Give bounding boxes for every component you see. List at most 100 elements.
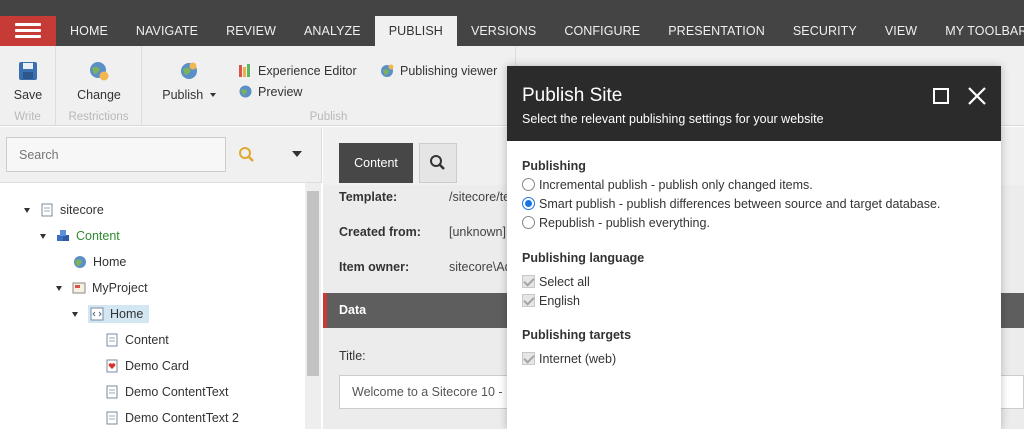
tree-item-demo-contenttext-2[interactable]: Demo ContentText 2 bbox=[105, 407, 239, 429]
search-options-dropdown-icon[interactable] bbox=[292, 151, 302, 157]
field-label-template: Template: bbox=[339, 190, 398, 204]
radio-button[interactable] bbox=[522, 216, 535, 229]
search-input[interactable] bbox=[6, 137, 226, 172]
publishing-viewer-button[interactable]: Publishing viewer bbox=[380, 63, 497, 78]
ribbon-group-label: Restrictions bbox=[68, 111, 129, 123]
menu-icon[interactable] bbox=[0, 16, 56, 46]
top-navigation-bar: HOME NAVIGATE REVIEW ANALYZE PUBLISH VER… bbox=[0, 0, 1024, 46]
tree-item-label: Content bbox=[76, 229, 120, 243]
tab-publish[interactable]: PUBLISH bbox=[374, 16, 457, 46]
field-label-created-from: Created from: bbox=[339, 225, 421, 239]
tab-my-toolbar[interactable]: MY TOOLBAR bbox=[931, 16, 1024, 46]
field-value-item-owner: sitecore\Ad bbox=[449, 260, 512, 274]
option-label: Republish - publish everything. bbox=[539, 216, 710, 230]
document-icon bbox=[106, 385, 118, 399]
tab-versions[interactable]: VERSIONS bbox=[457, 16, 550, 46]
tab-navigate[interactable]: NAVIGATE bbox=[122, 16, 212, 46]
tab-review[interactable]: REVIEW bbox=[212, 16, 290, 46]
heart-card-icon bbox=[106, 359, 118, 373]
tab-configure[interactable]: CONFIGURE bbox=[550, 16, 654, 46]
change-button[interactable]: Change bbox=[56, 60, 142, 102]
radio-button-selected[interactable] bbox=[522, 197, 535, 210]
save-button[interactable]: Save bbox=[0, 60, 56, 102]
option-label: Internet (web) bbox=[539, 352, 617, 366]
preview-label: Preview bbox=[258, 85, 303, 99]
tab-analyze[interactable]: ANALYZE bbox=[290, 16, 375, 46]
search-icon[interactable] bbox=[238, 146, 256, 164]
expand-arrow-icon[interactable] bbox=[56, 286, 62, 291]
close-icon[interactable] bbox=[966, 85, 988, 107]
dialog-title: Publish Site bbox=[522, 85, 623, 106]
dialog-subtitle: Select the relevant publishing settings … bbox=[522, 112, 824, 126]
tree-item-label: Demo Card bbox=[125, 359, 189, 373]
document-icon bbox=[41, 203, 53, 217]
ribbon-group-publish: Publish Experience Editor Preview Publis… bbox=[142, 46, 516, 126]
option-label: Select all bbox=[539, 275, 590, 289]
field-label-item-owner: Item owner: bbox=[339, 260, 410, 274]
tab-presentation[interactable]: PRESENTATION bbox=[654, 16, 779, 46]
title-field-label: Title: bbox=[339, 349, 366, 363]
publishing-viewer-label: Publishing viewer bbox=[400, 64, 498, 78]
publish-globe-icon bbox=[181, 62, 197, 79]
cubes-icon bbox=[57, 230, 69, 241]
tree-item-label: sitecore bbox=[60, 203, 104, 217]
publishing-language-heading: Publishing language bbox=[522, 251, 645, 265]
publish-button[interactable]: Publish bbox=[156, 60, 222, 102]
radio-incremental-publish[interactable]: Incremental publish - publish only chang… bbox=[522, 177, 813, 193]
tree-item-home[interactable]: Home bbox=[73, 251, 126, 273]
publish-label: Publish bbox=[162, 88, 204, 102]
ribbon-group-restrictions: Change Restrictions bbox=[56, 46, 142, 126]
tree-item-label: MyProject bbox=[92, 281, 148, 295]
tree-item-label: Demo ContentText bbox=[125, 385, 229, 399]
search-icon bbox=[430, 155, 445, 170]
expand-arrow-icon[interactable] bbox=[24, 208, 30, 213]
tree-item-label: Content bbox=[125, 333, 169, 347]
globe-lock-icon bbox=[90, 62, 109, 81]
checkbox-disabled bbox=[522, 275, 535, 288]
ribbon-tabs: HOME NAVIGATE REVIEW ANALYZE PUBLISH VER… bbox=[56, 16, 1024, 46]
tree-item-myproject[interactable]: MyProject bbox=[56, 277, 148, 299]
publishing-viewer-icon bbox=[381, 64, 394, 77]
tree-item-label: Home bbox=[93, 255, 127, 269]
tree-item-demo-contenttext[interactable]: Demo ContentText bbox=[105, 381, 229, 403]
expand-arrow-icon[interactable] bbox=[72, 312, 78, 317]
search-tab[interactable] bbox=[419, 143, 457, 183]
radio-republish[interactable]: Republish - publish everything. bbox=[522, 215, 710, 231]
save-label: Save bbox=[13, 88, 43, 102]
experience-editor-button[interactable]: Experience Editor bbox=[238, 63, 357, 78]
globe-icon bbox=[74, 256, 86, 268]
tree-item-home-selected[interactable]: Home bbox=[72, 303, 150, 325]
tab-security[interactable]: SECURITY bbox=[779, 16, 871, 46]
dialog-header: Publish Site Select the relevant publish… bbox=[507, 66, 1001, 141]
publishing-heading: Publishing bbox=[522, 159, 586, 173]
tab-home[interactable]: HOME bbox=[56, 16, 122, 46]
save-icon bbox=[19, 62, 37, 80]
preview-button[interactable]: Preview bbox=[238, 84, 302, 99]
tree-item-label: Demo ContentText 2 bbox=[125, 411, 239, 425]
tree-item-content-child[interactable]: Content bbox=[105, 329, 169, 351]
checkbox-disabled bbox=[522, 352, 535, 365]
tab-content[interactable]: Content bbox=[339, 143, 413, 183]
tree-item-demo-card[interactable]: Demo Card bbox=[105, 355, 189, 377]
radio-smart-publish[interactable]: Smart publish - publish differences betw… bbox=[522, 196, 940, 212]
preview-icon bbox=[239, 85, 252, 98]
content-tree-panel: sitecore Content Home MyProject Home Con… bbox=[0, 127, 322, 429]
radio-button[interactable] bbox=[522, 178, 535, 191]
field-value-template[interactable]: /sitecore/te bbox=[449, 190, 510, 204]
maximize-icon[interactable] bbox=[933, 88, 949, 104]
field-value-created-from: [unknown] bbox=[449, 225, 506, 239]
expand-arrow-icon[interactable] bbox=[40, 234, 46, 239]
experience-editor-label: Experience Editor bbox=[258, 64, 357, 78]
checkbox-internet-web: Internet (web) bbox=[522, 351, 616, 367]
option-label: Smart publish - publish differences betw… bbox=[539, 197, 941, 211]
option-label: Incremental publish - publish only chang… bbox=[539, 178, 813, 192]
scrollbar-thumb[interactable] bbox=[307, 191, 319, 376]
ribbon-group-label: Publish bbox=[309, 111, 348, 123]
tree-scrollbar[interactable] bbox=[305, 183, 321, 429]
tree-item-content[interactable]: Content bbox=[40, 225, 120, 247]
checkbox-disabled bbox=[522, 294, 535, 307]
tab-view[interactable]: VIEW bbox=[871, 16, 931, 46]
tree-item-sitecore[interactable]: sitecore bbox=[24, 199, 104, 221]
folder-icon bbox=[72, 282, 86, 294]
option-label: English bbox=[539, 294, 580, 308]
